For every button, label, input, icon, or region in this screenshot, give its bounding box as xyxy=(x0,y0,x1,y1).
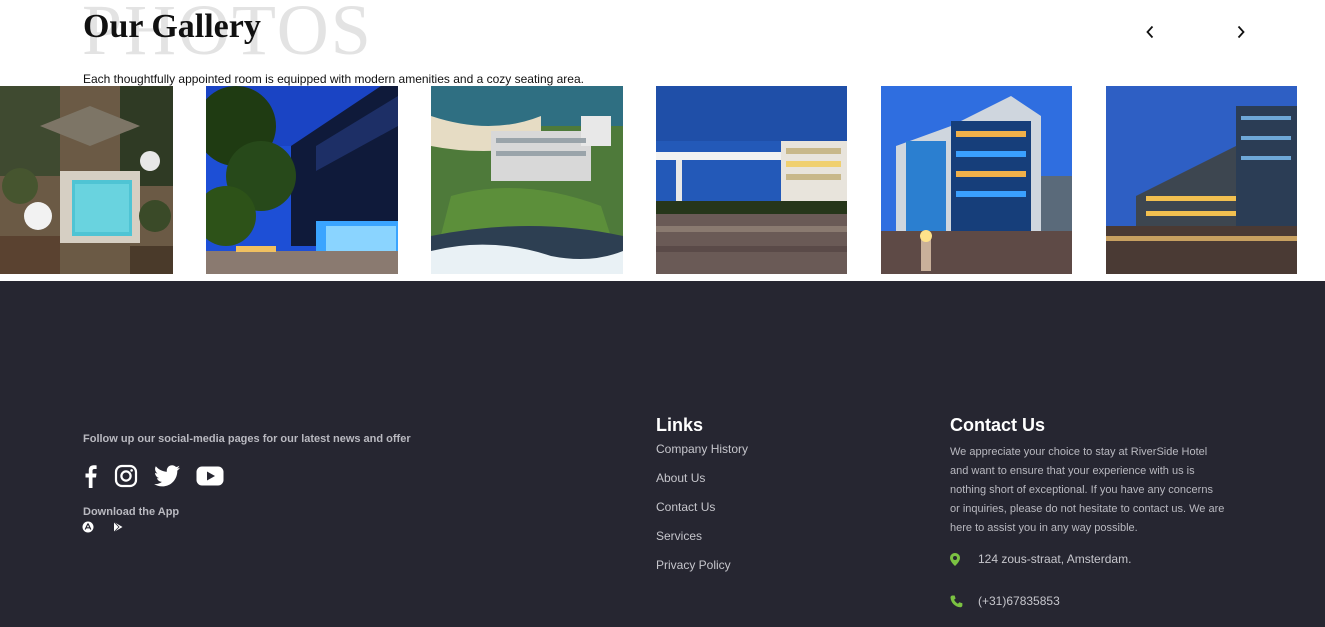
facebook-icon[interactable] xyxy=(82,464,98,488)
location-pin-icon xyxy=(950,552,960,566)
chevron-left-icon xyxy=(1146,25,1154,39)
footer-link-company-history[interactable]: Company History xyxy=(656,443,748,472)
footer-link-about-us[interactable]: About Us xyxy=(656,472,748,501)
gallery-header: PHOTOS Our Gallery Each thoughtfully app… xyxy=(0,0,1325,86)
contact-description: We appreciate your choice to stay at Riv… xyxy=(950,446,1225,534)
google-play-icon[interactable] xyxy=(112,521,124,533)
app-store-links xyxy=(82,521,142,533)
site-footer: Follow up our social-media pages for our… xyxy=(0,281,1325,627)
contact-phone[interactable]: (+31)67835853 xyxy=(950,594,1060,608)
download-app-label: Download the App xyxy=(83,506,180,518)
links-title: Links xyxy=(656,415,704,435)
phone-icon xyxy=(950,595,963,607)
contact-title: Contact Us xyxy=(950,415,1046,435)
footer-link-services[interactable]: Services xyxy=(656,530,748,559)
footer-links: Links Company History About Us Contact U… xyxy=(656,416,748,588)
twitter-icon[interactable] xyxy=(154,465,180,487)
footer-link-privacy-policy[interactable]: Privacy Policy xyxy=(656,559,748,588)
gallery-carousel xyxy=(0,86,1325,274)
footer-contact: Contact Us We appreciate your choice to … xyxy=(950,415,1230,608)
gallery-subtitle: Each thoughtfully appointed room is equi… xyxy=(83,72,584,86)
footer-link-contact-us[interactable]: Contact Us xyxy=(656,501,748,530)
gallery-title: Our Gallery xyxy=(83,8,261,45)
gallery-image[interactable] xyxy=(0,86,173,274)
gallery-image[interactable] xyxy=(881,86,1072,274)
youtube-icon[interactable] xyxy=(196,466,224,486)
gallery-image[interactable] xyxy=(431,86,623,274)
gallery-image[interactable] xyxy=(1106,86,1297,274)
contact-address: 124 zous-straat, Amsterdam. xyxy=(950,552,1131,566)
carousel-prev-button[interactable] xyxy=(1140,22,1160,42)
follow-text: Follow up our social-media pages for our… xyxy=(83,433,411,445)
instagram-icon[interactable] xyxy=(114,464,138,488)
social-links xyxy=(82,464,240,488)
gallery-image[interactable] xyxy=(206,86,398,274)
phone-text: (+31)67835853 xyxy=(978,594,1060,608)
gallery-image[interactable] xyxy=(656,86,847,274)
app-store-icon[interactable] xyxy=(82,521,94,533)
chevron-right-icon xyxy=(1237,25,1245,39)
address-text: 124 zous-straat, Amsterdam. xyxy=(978,552,1132,566)
carousel-next-button[interactable] xyxy=(1231,22,1251,42)
